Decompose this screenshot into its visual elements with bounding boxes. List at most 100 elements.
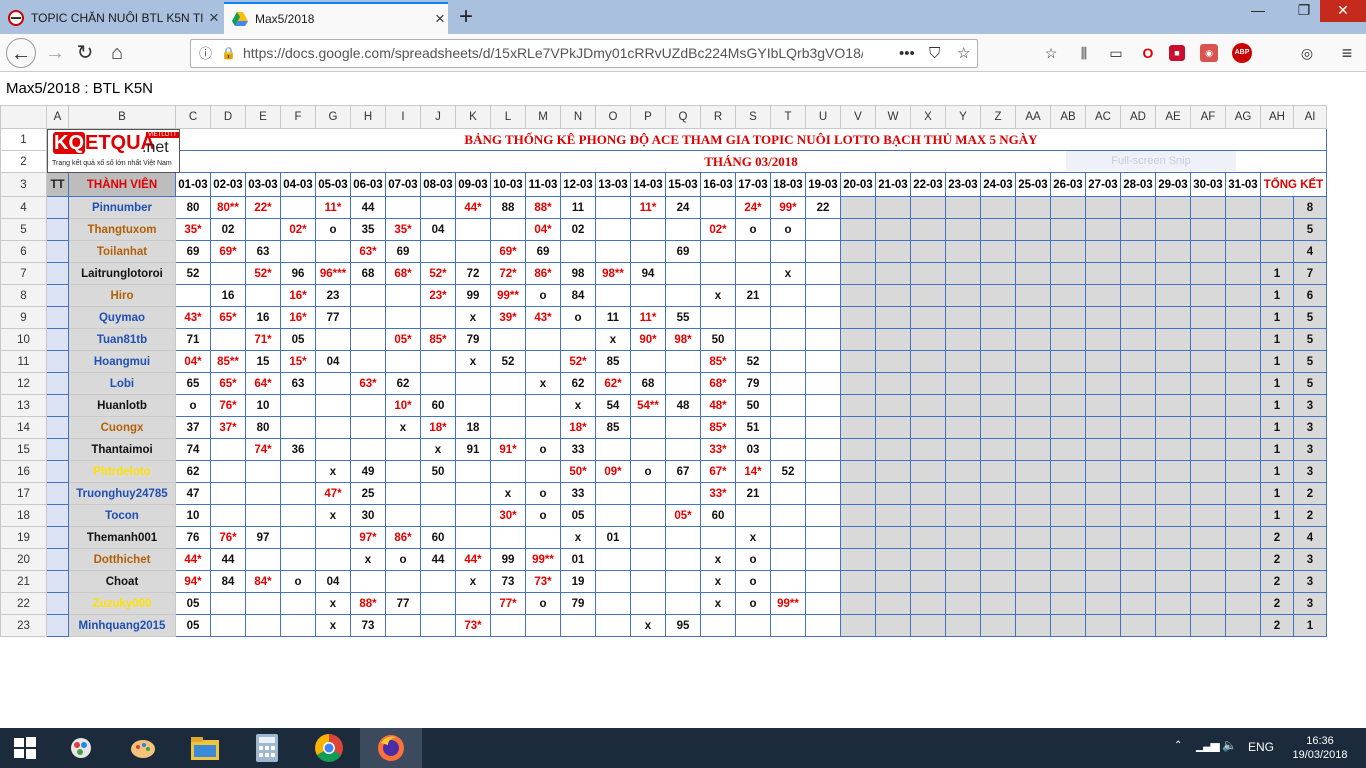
score-cell[interactable]: 98: [560, 262, 596, 285]
score-cell[interactable]: [455, 394, 491, 417]
total-ah-cell[interactable]: 1: [1260, 460, 1294, 483]
score-cell[interactable]: 73: [350, 614, 386, 637]
score-cell[interactable]: 80**: [210, 196, 246, 219]
score-cell[interactable]: [1225, 328, 1261, 351]
score-cell[interactable]: [1085, 482, 1121, 505]
tab-close-icon[interactable]: ×: [206, 8, 222, 28]
score-cell[interactable]: [805, 372, 841, 395]
score-cell[interactable]: [420, 306, 456, 329]
score-cell[interactable]: [1085, 372, 1121, 395]
score-cell[interactable]: x: [700, 548, 736, 571]
score-cell[interactable]: [350, 394, 386, 417]
score-cell[interactable]: [1050, 284, 1086, 307]
total-ah-cell[interactable]: 1: [1260, 262, 1294, 285]
extension-icon-2[interactable]: ◉: [1200, 44, 1218, 62]
score-cell[interactable]: [980, 196, 1016, 219]
score-cell[interactable]: [945, 240, 981, 263]
score-cell[interactable]: [770, 284, 806, 307]
score-cell[interactable]: [875, 350, 911, 373]
score-cell[interactable]: 04*: [525, 218, 561, 241]
date-header[interactable]: 14-03: [630, 172, 666, 197]
score-cell[interactable]: 16*: [280, 306, 316, 329]
score-cell[interactable]: [910, 548, 946, 571]
score-cell[interactable]: 77*: [490, 592, 526, 615]
score-cell[interactable]: [805, 438, 841, 461]
score-cell[interactable]: [945, 306, 981, 329]
score-cell[interactable]: [1190, 372, 1226, 395]
score-cell[interactable]: [665, 218, 701, 241]
score-cell[interactable]: [1015, 460, 1051, 483]
header-total[interactable]: TỔNG KẾT: [1260, 172, 1327, 197]
score-cell[interactable]: [1155, 614, 1191, 637]
score-cell[interactable]: [1190, 218, 1226, 241]
score-cell[interactable]: 76*: [210, 526, 246, 549]
score-cell[interactable]: [1120, 416, 1156, 439]
score-cell[interactable]: 49: [350, 460, 386, 483]
total-ah-cell[interactable]: [1260, 240, 1294, 263]
score-cell[interactable]: [1120, 350, 1156, 373]
total-ah-cell[interactable]: 2: [1260, 592, 1294, 615]
score-cell[interactable]: x: [455, 350, 491, 373]
score-cell[interactable]: x: [315, 504, 351, 527]
score-cell[interactable]: 96: [280, 262, 316, 285]
total-ah-cell[interactable]: 2: [1260, 614, 1294, 637]
score-cell[interactable]: [805, 526, 841, 549]
date-header[interactable]: 05-03: [315, 172, 351, 197]
sidebar-icon[interactable]: ▭: [1105, 42, 1127, 64]
score-cell[interactable]: [1155, 592, 1191, 615]
page-actions-icon[interactable]: •••: [899, 40, 915, 67]
score-cell[interactable]: [280, 460, 316, 483]
score-cell[interactable]: [1085, 196, 1121, 219]
score-cell[interactable]: 16*: [280, 284, 316, 307]
score-cell[interactable]: [805, 218, 841, 241]
score-cell[interactable]: 33: [560, 438, 596, 461]
score-cell[interactable]: [1120, 438, 1156, 461]
score-cell[interactable]: 36: [280, 438, 316, 461]
score-cell[interactable]: 54**: [630, 394, 666, 417]
score-cell[interactable]: [1225, 394, 1261, 417]
score-cell[interactable]: o: [525, 438, 561, 461]
score-cell[interactable]: [1190, 240, 1226, 263]
date-header[interactable]: 04-03: [280, 172, 316, 197]
tt-cell[interactable]: [46, 438, 69, 461]
score-cell[interactable]: [805, 240, 841, 263]
score-cell[interactable]: x: [420, 438, 456, 461]
total-ai-cell[interactable]: 6: [1293, 284, 1327, 307]
score-cell[interactable]: 50*: [560, 460, 596, 483]
score-cell[interactable]: 91*: [490, 438, 526, 461]
score-cell[interactable]: [945, 218, 981, 241]
score-cell[interactable]: o: [385, 548, 421, 571]
tt-cell[interactable]: [46, 350, 69, 373]
score-cell[interactable]: 74: [175, 438, 211, 461]
score-cell[interactable]: [1225, 416, 1261, 439]
tt-cell[interactable]: [46, 218, 69, 241]
score-cell[interactable]: [1225, 504, 1261, 527]
score-cell[interactable]: 60: [420, 394, 456, 417]
column-header[interactable]: V: [840, 105, 876, 129]
score-cell[interactable]: [770, 570, 806, 593]
score-cell[interactable]: 60: [700, 504, 736, 527]
total-ah-cell[interactable]: [1260, 196, 1294, 219]
score-cell[interactable]: [1120, 460, 1156, 483]
total-ah-cell[interactable]: 2: [1260, 570, 1294, 593]
url-bar[interactable]: ⓘ 🔒 https://docs.google.com/spreadsheets…: [190, 39, 978, 68]
column-header[interactable]: X: [910, 105, 946, 129]
network-icon[interactable]: ▁▃▅: [1196, 738, 1220, 752]
score-cell[interactable]: 09*: [595, 460, 631, 483]
score-cell[interactable]: [630, 570, 666, 593]
score-cell[interactable]: 33: [560, 482, 596, 505]
row-header[interactable]: 1: [0, 128, 47, 151]
minimize-button[interactable]: —: [1240, 0, 1276, 22]
score-cell[interactable]: 99: [490, 548, 526, 571]
score-cell[interactable]: 88*: [350, 592, 386, 615]
score-cell[interactable]: o: [525, 504, 561, 527]
score-cell[interactable]: [630, 218, 666, 241]
score-cell[interactable]: [805, 262, 841, 285]
member-name[interactable]: Quymao: [68, 306, 176, 329]
score-cell[interactable]: [1015, 394, 1051, 417]
score-cell[interactable]: x: [455, 306, 491, 329]
score-cell[interactable]: [490, 372, 526, 395]
column-header[interactable]: AG: [1225, 105, 1261, 129]
score-cell[interactable]: [1120, 306, 1156, 329]
score-cell[interactable]: [420, 196, 456, 219]
